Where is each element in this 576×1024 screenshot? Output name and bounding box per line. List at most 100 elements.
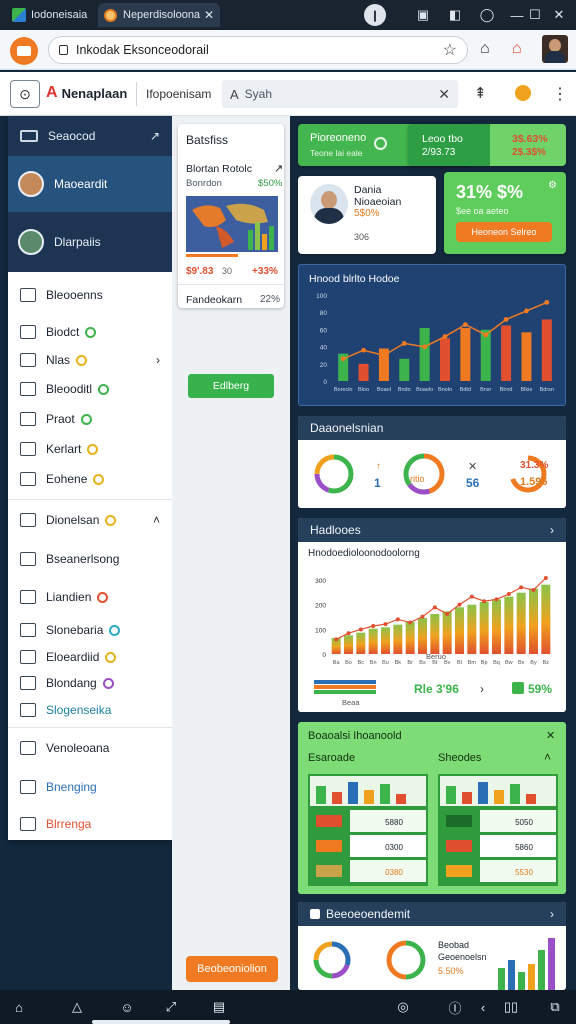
bar [405,622,415,654]
expand-icon[interactable]: ↗ [150,129,160,143]
chart-2-header[interactable]: Hadlooes › [298,518,566,542]
profile-card[interactable]: Dania Nioaeoian 5$0% 306 [298,176,436,254]
row-arrow-icon[interactable]: ↗ [274,162,283,175]
sidebar-item-icon [20,741,36,755]
sidebar-item[interactable]: Slogenseika [8,699,172,721]
stat-card[interactable]: 31% $% ⚙ $ee oa aeteo Heoneon Selreo [444,172,566,254]
bottom-panel-header[interactable]: Beeoeoendemit › [298,902,566,926]
speed-icon[interactable]: ◎ [394,998,412,1016]
url-input[interactable]: Inkodak Eksonceodorail ☆ [48,36,468,64]
sidebar-item[interactable]: Venoleoana [8,727,172,759]
sidebar-item[interactable]: Bnenging [8,776,172,798]
row-label: Blortan Rotolc [186,163,252,175]
kpi-card-b[interactable]: Leoo tbo 2/93.73 3$.63% 2$.3$% [408,124,566,166]
browser-logo-icon[interactable] [10,37,38,65]
bottom-taskbar: ⌂ △ ☺ ⤢ ▤ ◎ Ⓘ ‹ ▯▯ ⧉ [0,990,576,1024]
sidebar-item[interactable]: Blondang [8,672,172,694]
avatar[interactable] [542,35,568,63]
sidebar-item[interactable]: Bleooenns [8,284,172,306]
sidebar-item-label: Blrrenga [46,817,92,831]
sidebar-item-icon [20,650,36,664]
sidebar-item[interactable]: Bseanerlsong [8,548,172,570]
tab-favicon-icon [104,8,117,22]
close-panel-icon[interactable]: ✕ [546,729,555,742]
sidebar-item-label: Bnenging [46,780,97,794]
sidebar-item-icon [20,513,36,527]
profile-circle-icon[interactable]: ❙ [364,4,386,26]
chevron-right-icon[interactable]: › [550,907,554,921]
home-icon[interactable]: ⌂ [10,998,28,1016]
settings-gear-icon[interactable]: ⊙ [10,80,40,108]
close-window-icon[interactable]: ✕ [548,5,570,25]
brand[interactable]: A Nenaplaan [46,84,127,102]
house-outline-icon[interactable]: △ [68,998,86,1016]
action-button[interactable]: Beobeoniolion [186,956,278,982]
record-icon[interactable]: ◯ [476,5,498,25]
donut-panel: Daaonelsnian ↑ 1 ritio ✕ 56 31.3% 1.596 [298,416,566,508]
sidebar-user-1[interactable]: Maoeardit [8,156,172,212]
sidebar-item[interactable]: Biodct [8,321,172,343]
bar [399,358,410,381]
window-icon[interactable]: ⧉ [546,998,564,1016]
back-icon[interactable]: ‹ [474,998,492,1016]
mini-bar [364,790,374,804]
sidebar-item-icon [20,780,36,794]
sidebar-item[interactable]: Dionelsan ˄ [8,499,172,531]
home-icon[interactable]: ⌂ [480,40,490,58]
expand-window-icon[interactable]: ⤢ [162,998,180,1016]
stat-settings-icon[interactable]: ⚙ [548,180,557,191]
close-tab-icon[interactable]: ✕ [204,8,214,22]
tab-1[interactable]: Iodoneisaia [6,3,96,27]
search-placeholder: Syah [244,87,273,101]
tab-2[interactable]: Neperdisoloona ✕ [98,3,220,27]
kpi-a-sub: Teone lai eale [310,148,363,158]
world-map-thumbnail [186,196,278,252]
edit-button[interactable]: Edlberg [188,374,274,398]
y-tick-label: 60 [320,327,328,334]
search-input[interactable]: A Syah ✕ [222,80,458,108]
sidebar-item[interactable]: Blrrenga [8,813,172,835]
sidebar-item[interactable]: Praot [8,408,172,430]
expand-arrow-icon[interactable]: ˄ [153,513,160,527]
chevron-right-icon[interactable]: › [550,523,554,537]
row-icon [316,865,342,877]
sidebar-item[interactable]: Bleooditl [8,378,172,400]
sidebar-item-icon [20,817,36,831]
sidebar-item[interactable]: Eohene [8,468,172,490]
bookmark-star-icon[interactable]: ☆ [443,40,457,60]
sidebar-item[interactable]: Kerlart [8,438,172,460]
sidebar-user-2[interactable]: Dlarpaiis [8,212,172,272]
bars-icon[interactable]: ▯▯ [502,998,520,1016]
tasks-icon[interactable]: ▤ [210,998,228,1016]
more-menu-icon[interactable]: ⋮ [552,84,568,104]
status-circle-icon [374,137,387,150]
sidebar-item-label: Biodct [46,325,80,339]
foot-label: Fandeokarn [186,294,243,306]
smile-icon[interactable]: ☺ [118,998,136,1016]
sidebar-item[interactable]: Liandien [8,586,172,608]
sidebar-header[interactable]: Seaocod ↗ [8,116,172,156]
sidebar-item[interactable]: Eloeardiid [8,646,172,668]
line-point [401,341,407,346]
house-alert-icon[interactable]: ⌂ [512,40,522,58]
expand-arrow-icon[interactable]: › [156,353,160,367]
sidebar-item[interactable]: Slonebaria [8,619,172,641]
maximize-icon[interactable]: ☐ [524,5,546,25]
collapse-icon[interactable]: ˄ [544,750,551,764]
donut-label-2: ritio [410,474,425,484]
user-avatar [18,229,44,255]
bar [479,602,489,654]
clear-search-icon[interactable]: ✕ [438,86,450,103]
y-tick-label: 0 [323,379,327,386]
sidebar-item[interactable]: Nlas › [8,349,172,371]
extensions-icon[interactable]: ◧ [444,5,466,25]
x-tick-label: Bx [518,660,525,666]
stat-button[interactable]: Heoneon Selreo [456,222,552,242]
value-1b: 30 [222,266,233,276]
share-icon[interactable]: ⇞ [474,84,487,102]
pause-icon[interactable]: Ⓘ [446,998,464,1016]
section-label[interactable]: Ifopoenisam [146,87,211,101]
notification-icon[interactable] [515,85,531,101]
tab-list-icon[interactable]: ▣ [412,5,434,25]
app-toolbar: ⊙ A Nenaplaan Ifopoenisam A Syah ✕ ⇞ ⋮ [0,72,576,116]
